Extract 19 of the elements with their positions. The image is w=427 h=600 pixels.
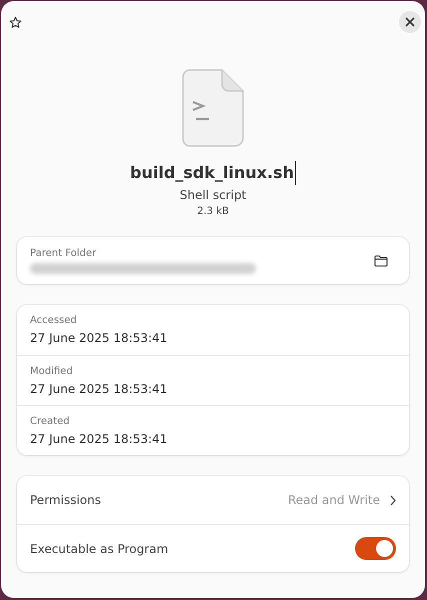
script-file-icon <box>182 69 244 147</box>
row-label: Parent Folder <box>30 248 98 258</box>
row-label: Executable as Program <box>30 542 168 556</box>
timestamp-value: 27 June 2025 18:53:41 <box>30 382 168 396</box>
file-size: 2.3 kB <box>197 206 229 217</box>
star-icon[interactable] <box>9 16 22 28</box>
row-label: Accessed <box>30 315 78 326</box>
row-label: Permissions <box>30 493 101 507</box>
row-label: Modified <box>30 366 74 376</box>
row-label: Created <box>30 416 71 426</box>
file-type: Shell script <box>180 188 246 202</box>
file-name[interactable]: build_sdk_linux.sh <box>130 161 296 185</box>
timestamp-value: 27 June 2025 18:53:41 <box>30 432 168 446</box>
close-button[interactable] <box>399 11 421 33</box>
chevron-icon[interactable] <box>390 494 396 506</box>
timestamp-value: 27 June 2025 18:53:41 <box>30 331 168 345</box>
folder-icon[interactable] <box>374 254 388 266</box>
toggle-switch[interactable] <box>355 537 396 560</box>
close-icon <box>405 17 415 27</box>
